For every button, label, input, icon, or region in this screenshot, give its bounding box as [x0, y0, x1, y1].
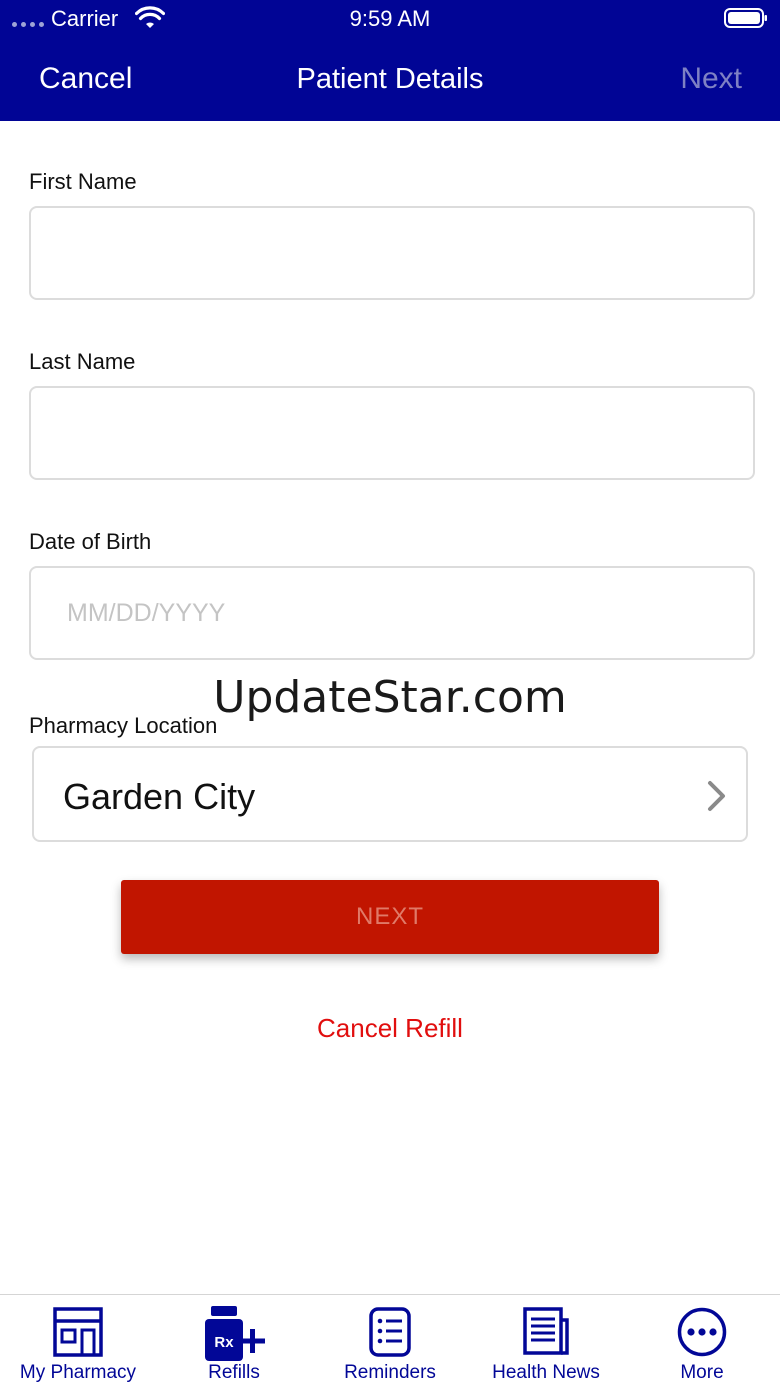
checklist-icon [369, 1307, 411, 1357]
chevron-right-icon [708, 781, 725, 811]
tab-label: My Pharmacy [19, 1362, 137, 1383]
last-name-field[interactable] [29, 386, 755, 480]
next-button[interactable]: NEXT [121, 880, 659, 954]
tab-label: Reminders [344, 1362, 436, 1383]
last-name-label: Last Name [29, 349, 136, 374]
tab-my-pharmacy[interactable]: My Pharmacy [0, 1295, 156, 1387]
more-dots-icon [677, 1307, 727, 1357]
battery-icon [724, 8, 767, 28]
dob-field[interactable] [29, 566, 755, 660]
tab-refills[interactable]: Rx Refills [156, 1295, 312, 1387]
pharmacy-location-select[interactable]: Garden City [32, 746, 748, 842]
pharmacy-location-label: Pharmacy Location [29, 713, 218, 738]
status-time: 9:59 AM [349, 6, 431, 31]
newspaper-icon [523, 1307, 569, 1355]
tab-reminders[interactable]: Reminders [312, 1295, 468, 1387]
tab-health-news[interactable]: Health News [468, 1295, 624, 1387]
pharmacy-store-icon [53, 1307, 103, 1357]
tab-label: More [680, 1362, 724, 1383]
tab-label: Refills [208, 1362, 260, 1383]
dob-input[interactable] [31, 568, 753, 658]
tab-bar: My Pharmacy Rx Refills Reminders Health … [0, 1294, 780, 1387]
tab-more[interactable]: More [624, 1295, 780, 1387]
rx-refill-icon: Rx [205, 1306, 265, 1361]
last-name-input[interactable] [31, 388, 753, 478]
first-name-input[interactable] [31, 208, 753, 298]
first-name-label: First Name [29, 169, 137, 194]
status-bar: Carrier 9:59 AM [0, 0, 780, 40]
header-bar: Carrier 9:59 AM Cancel Patient Details N… [0, 0, 780, 121]
first-name-field[interactable] [29, 206, 755, 300]
dob-label: Date of Birth [29, 529, 152, 554]
tab-label: Health News [492, 1362, 600, 1383]
cancel-refill-button[interactable]: Cancel Refill [0, 1013, 780, 1044]
cancel-nav-button[interactable]: Cancel [39, 62, 132, 96]
svg-text:Rx: Rx [214, 1334, 234, 1351]
pharmacy-location-value: Garden City [63, 776, 256, 817]
next-nav-button[interactable]: Next [680, 62, 742, 96]
